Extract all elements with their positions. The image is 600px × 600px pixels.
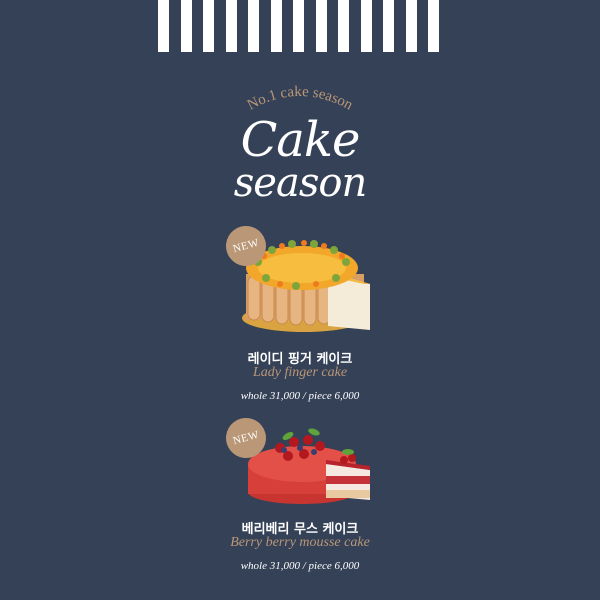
top-stripes-decoration (158, 0, 452, 52)
product-name-english: Lady finger cake (252, 365, 348, 380)
product-price: whole 31,000 / piece 6,000 (240, 390, 360, 402)
title-script-line2: season (233, 160, 367, 206)
svg-text:No.1 cake season: No.1 cake season (245, 84, 356, 114)
product-name-english: Berry berry mousse cake (230, 535, 370, 550)
arc-subtitle-text: No.1 cake season (245, 84, 356, 114)
promo-poster: No.1 cake season Cake season NEW 레이디 핑거 … (0, 0, 600, 600)
product-price: whole 31,000 / piece 6,000 (240, 560, 360, 572)
